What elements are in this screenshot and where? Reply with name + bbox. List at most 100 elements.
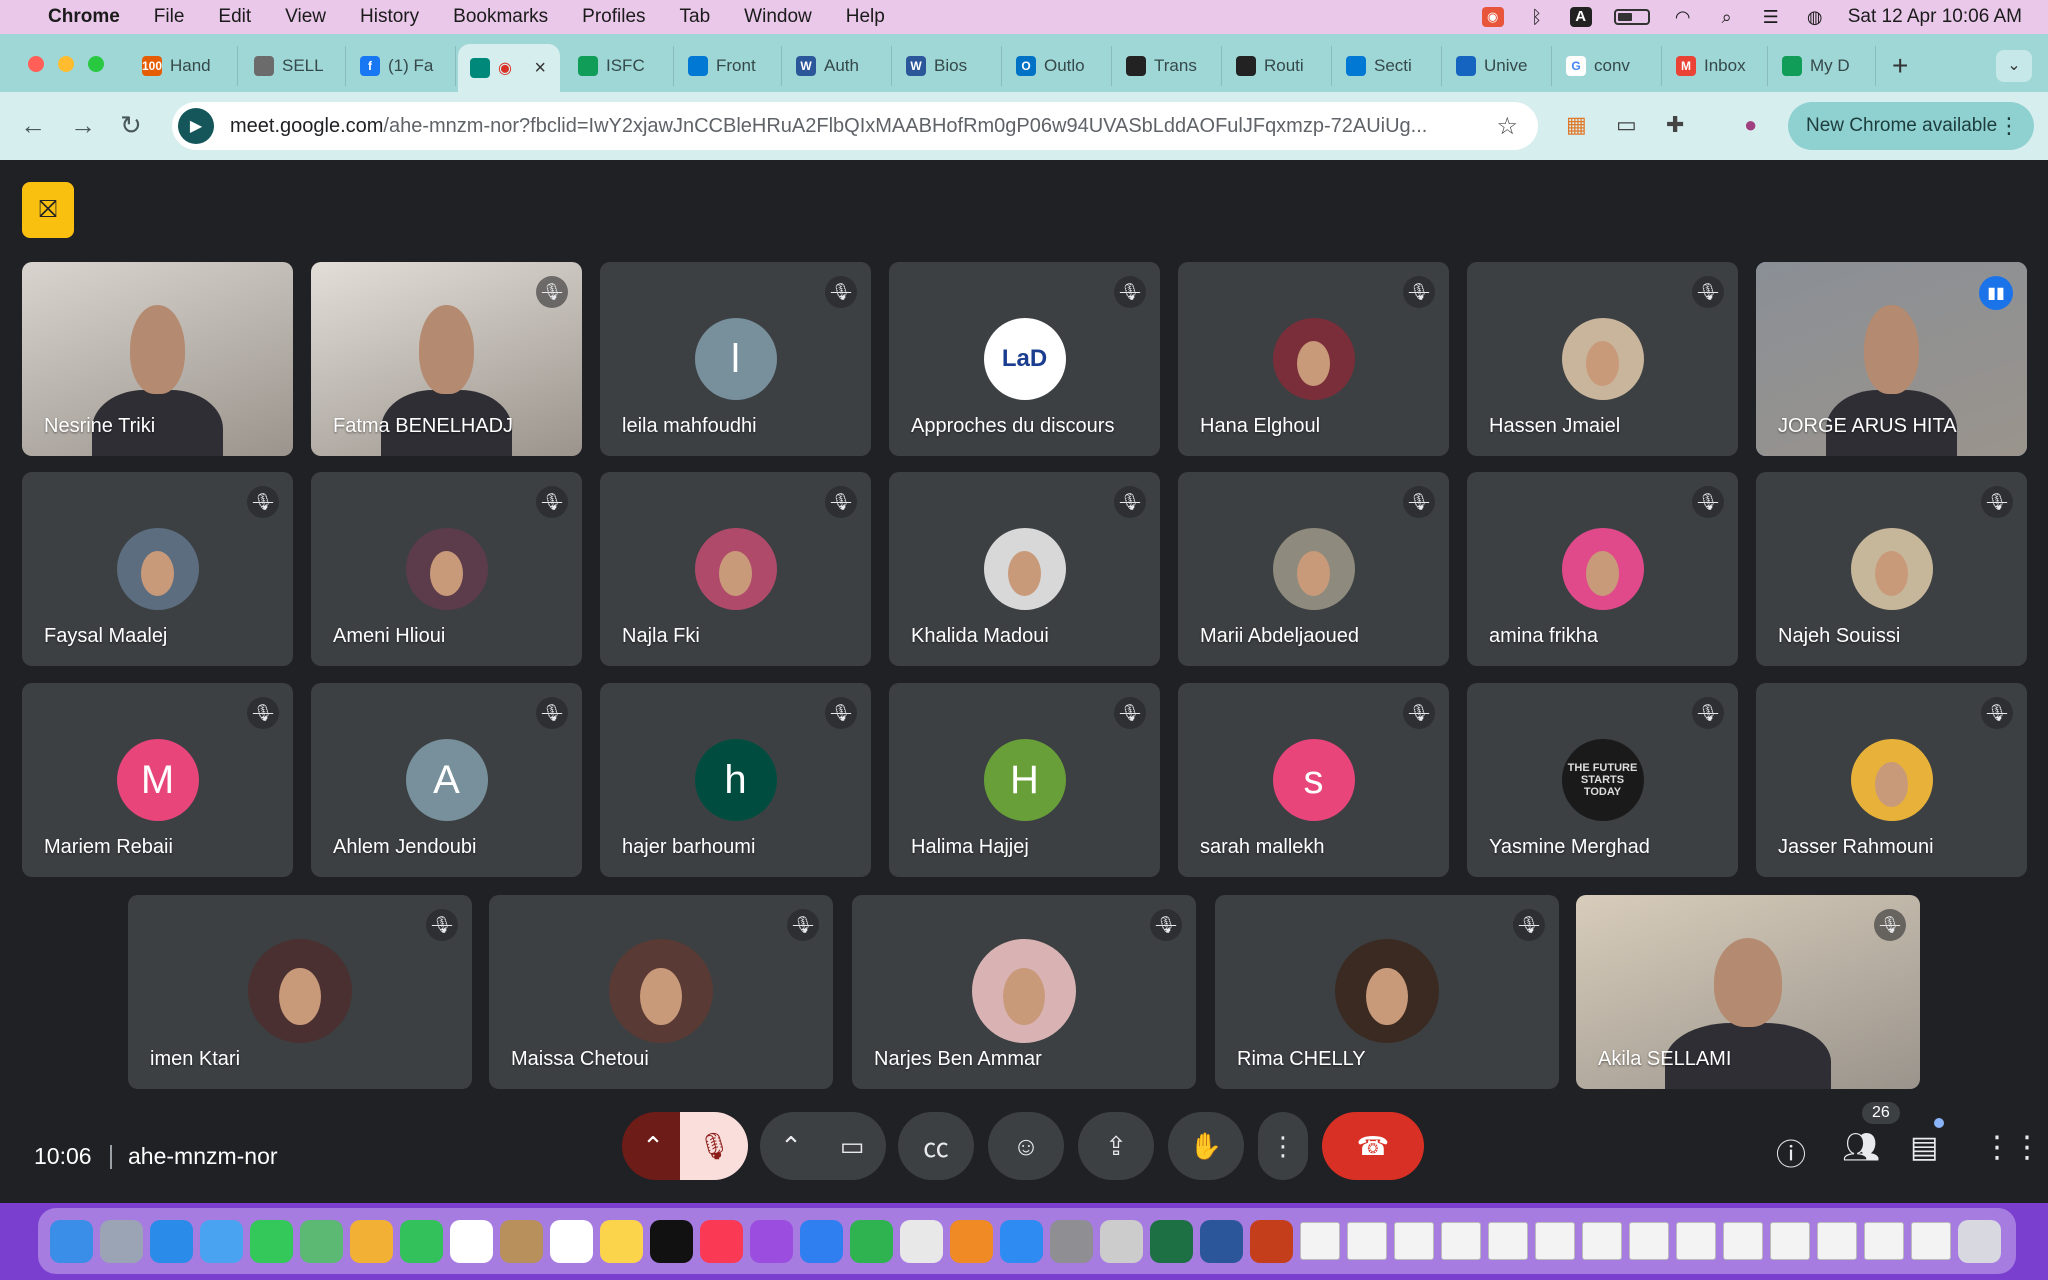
- menu-window[interactable]: Window: [744, 6, 812, 28]
- participant-tile[interactable]: 🎙︎ Faysal Maalej: [22, 472, 293, 666]
- participant-tile[interactable]: ▮▮ JORGE ARUS HITA: [1756, 262, 2027, 456]
- participant-tile[interactable]: 🎙︎ Khalida Madoui: [889, 472, 1160, 666]
- minimized-window-thumbnail[interactable]: [1770, 1222, 1810, 1260]
- chrome-menu-icon[interactable]: ⋮: [1998, 113, 2020, 139]
- close-window-icon[interactable]: [28, 56, 44, 72]
- messages-icon[interactable]: [250, 1219, 293, 1263]
- profile-avatar[interactable]: ●: [1744, 112, 1757, 138]
- system-settings-icon[interactable]: [1050, 1219, 1093, 1263]
- safari-icon[interactable]: [150, 1219, 193, 1263]
- browser-tab[interactable]: Gconv: [1554, 46, 1662, 86]
- minimized-window-thumbnail[interactable]: [1441, 1222, 1481, 1260]
- browser-tab[interactable]: 100 Hand: [130, 46, 238, 86]
- minimized-window-thumbnail[interactable]: [1347, 1222, 1387, 1260]
- tab-search-chevron-icon[interactable]: ⌄: [1996, 50, 2032, 82]
- close-tab-icon[interactable]: ×: [534, 57, 546, 80]
- keynote-icon[interactable]: [800, 1219, 843, 1263]
- browser-tab[interactable]: W Auth: [784, 46, 892, 86]
- numbers-icon[interactable]: [850, 1219, 893, 1263]
- music-icon[interactable]: [700, 1219, 743, 1263]
- participant-tile[interactable]: 🎙︎ Najeh Souissi: [1756, 472, 2027, 666]
- notes-icon[interactable]: [600, 1219, 643, 1263]
- leave-call-button[interactable]: ☎: [1322, 1112, 1424, 1180]
- menu-tab[interactable]: Tab: [680, 6, 711, 28]
- minimized-window-thumbnail[interactable]: [1676, 1222, 1716, 1260]
- back-icon[interactable]: ←: [20, 110, 46, 141]
- participant-tile[interactable]: 🎙︎ Jasser Rahmouni: [1756, 683, 2027, 877]
- participant-tile[interactable]: M 🎙︎ Mariem Rebaii: [22, 683, 293, 877]
- audio-options-chevron-icon[interactable]: ⌃: [622, 1112, 684, 1180]
- participant-tile[interactable]: LaD 🎙︎ Approches du discours: [889, 262, 1160, 456]
- new-chrome-available-button[interactable]: New Chrome available ⋮: [1788, 102, 2034, 150]
- url-text[interactable]: meet.google.com/ahe-mnzm-nor?fbclid=IwY2…: [230, 115, 1530, 138]
- extensions-puzzle-icon[interactable]: ✚: [1666, 112, 1684, 138]
- camera-off-notice-icon[interactable]: ⛝: [22, 182, 74, 238]
- menu-app-name[interactable]: Chrome: [48, 6, 120, 28]
- launchpad-icon[interactable]: [100, 1219, 143, 1263]
- microphone-off-button[interactable]: 🎙︎: [680, 1112, 748, 1180]
- menu-file[interactable]: File: [154, 6, 185, 28]
- participant-tile[interactable]: 🎙︎ Najla Fki: [600, 472, 871, 666]
- menu-bookmarks[interactable]: Bookmarks: [453, 6, 548, 28]
- wifi-icon[interactable]: ◠: [1672, 7, 1694, 27]
- preview-icon[interactable]: [1100, 1219, 1143, 1263]
- pages-icon[interactable]: [950, 1219, 993, 1263]
- maps-icon[interactable]: [300, 1219, 343, 1263]
- present-screen-button[interactable]: ⇪: [1078, 1112, 1154, 1180]
- more-options-button[interactable]: ⋮: [1258, 1112, 1308, 1180]
- participant-tile[interactable]: H 🎙︎ Halima Hajjej: [889, 683, 1160, 877]
- chat-icon[interactable]: ▤: [1910, 1130, 1938, 1165]
- finder-icon[interactable]: [50, 1219, 93, 1263]
- reload-icon[interactable]: ↻: [120, 110, 142, 141]
- bookmark-star-icon[interactable]: ☆: [1496, 112, 1518, 141]
- forward-icon[interactable]: →: [70, 110, 96, 141]
- browser-tab[interactable]: SELL: [242, 46, 346, 86]
- camera-button[interactable]: ▭: [818, 1112, 886, 1180]
- mail-icon[interactable]: [200, 1219, 243, 1263]
- calendar-icon[interactable]: [450, 1219, 493, 1263]
- minimized-window-thumbnail[interactable]: [1864, 1222, 1904, 1260]
- minimized-window-thumbnail[interactable]: [1911, 1222, 1951, 1260]
- participant-tile[interactable]: Nesrine Triki: [22, 262, 293, 456]
- minimized-window-thumbnail[interactable]: [1817, 1222, 1857, 1260]
- minimized-window-thumbnail[interactable]: [1629, 1222, 1669, 1260]
- minimized-window-thumbnail[interactable]: [1488, 1222, 1528, 1260]
- browser-tab[interactable]: M Inbox: [1664, 46, 1768, 86]
- menu-profiles[interactable]: Profiles: [582, 6, 645, 28]
- menu-help[interactable]: Help: [846, 6, 885, 28]
- reading-list-icon[interactable]: ▭: [1616, 112, 1637, 138]
- browser-tab[interactable]: Secti: [1334, 46, 1442, 86]
- browser-tab[interactable]: My D: [1770, 46, 1876, 86]
- menu-view[interactable]: View: [285, 6, 326, 28]
- menu-history[interactable]: History: [360, 6, 419, 28]
- captions-button[interactable]: ㏄: [898, 1112, 974, 1180]
- podcasts-icon[interactable]: [750, 1219, 793, 1263]
- excel-icon[interactable]: [1150, 1219, 1193, 1263]
- contacts-icon[interactable]: [500, 1219, 543, 1263]
- app-store-icon[interactable]: [1000, 1219, 1043, 1263]
- raise-hand-button[interactable]: ✋: [1168, 1112, 1244, 1180]
- site-info-icon[interactable]: ▶: [178, 108, 214, 144]
- spotlight-search-icon[interactable]: ⌕: [1716, 7, 1738, 27]
- browser-tab[interactable]: f (1) Fa: [348, 46, 456, 86]
- participant-tile[interactable]: 🎙︎ Narjes Ben Ammar: [852, 895, 1196, 1089]
- minimized-window-thumbnail[interactable]: [1582, 1222, 1622, 1260]
- participant-tile[interactable]: 🎙︎ Hassen Jmaiel: [1467, 262, 1738, 456]
- trash-icon[interactable]: [1958, 1219, 2001, 1263]
- participant-tile[interactable]: 🎙︎ imen Ktari: [128, 895, 472, 1089]
- participant-tile[interactable]: 🎙︎ Akila SELLAMI: [1576, 895, 1920, 1089]
- participant-tile[interactable]: 🎙︎ Fatma BENELHADJ: [311, 262, 582, 456]
- participant-tile[interactable]: 🎙︎ Maissa Chetoui: [489, 895, 833, 1089]
- minimized-window-thumbnail[interactable]: [1300, 1222, 1340, 1260]
- participant-tile[interactable]: A 🎙︎ Ahlem Jendoubi: [311, 683, 582, 877]
- menu-edit[interactable]: Edit: [218, 6, 251, 28]
- participant-tile[interactable]: 🎙︎ amina frikha: [1467, 472, 1738, 666]
- bluetooth-icon[interactable]: ᛒ: [1526, 7, 1548, 27]
- address-bar[interactable]: ▶ meet.google.com/ahe-mnzm-nor?fbclid=Iw…: [172, 102, 1538, 150]
- new-tab-icon[interactable]: +: [1892, 50, 1908, 82]
- participant-tile[interactable]: 🎙︎ Hana Elghoul: [1178, 262, 1449, 456]
- browser-tab[interactable]: Unive: [1444, 46, 1552, 86]
- photos-icon[interactable]: [350, 1219, 393, 1263]
- apple-tv-icon[interactable]: [650, 1219, 693, 1263]
- participant-tile[interactable]: 🎙︎ Ameni Hlioui: [311, 472, 582, 666]
